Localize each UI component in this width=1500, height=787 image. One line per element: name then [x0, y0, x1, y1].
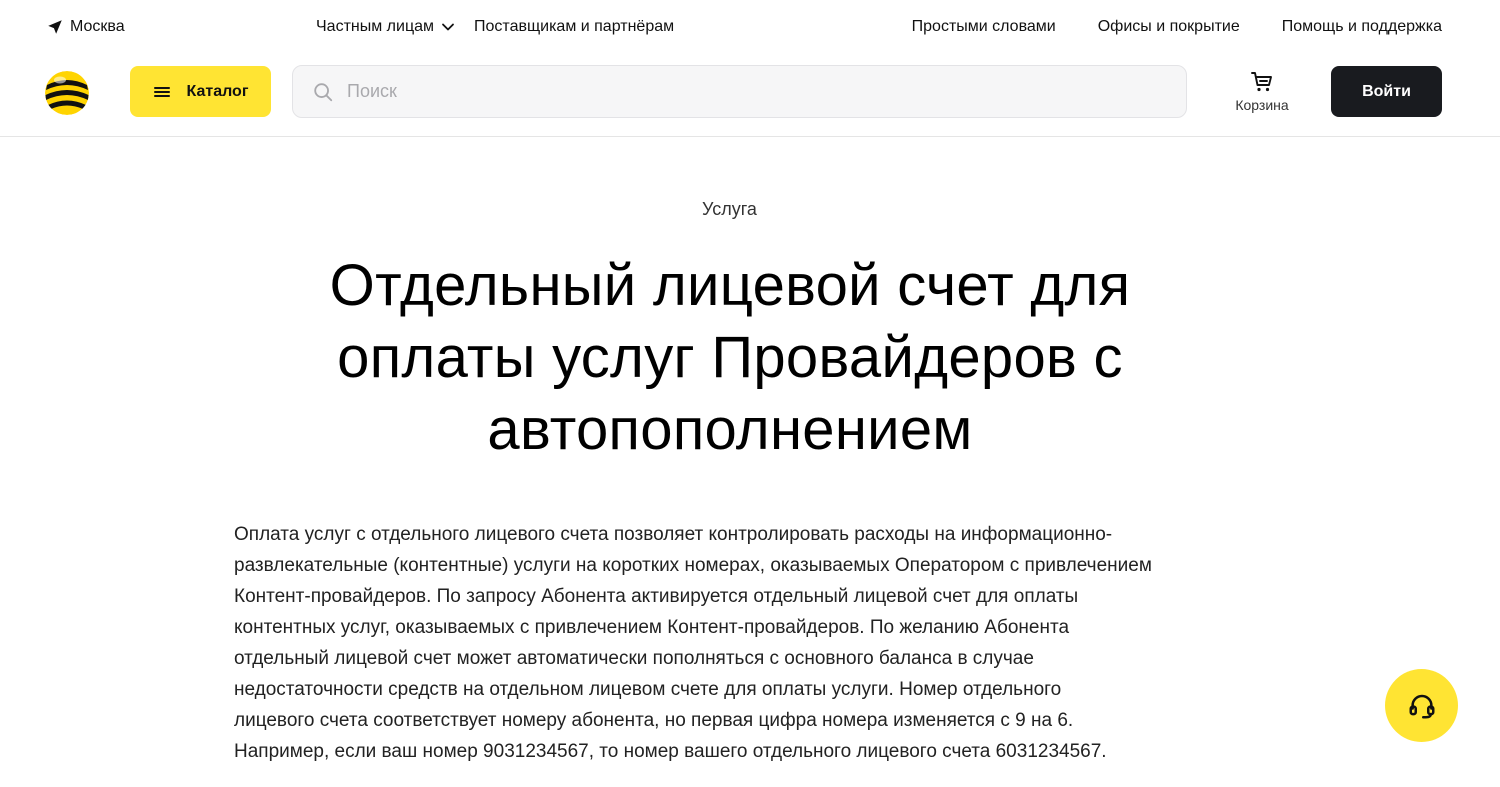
nav-suppliers-partners[interactable]: Поставщикам и партнёрам — [474, 18, 674, 36]
service-eyebrow: Услуга — [702, 199, 757, 219]
description-line: Оплата услуг с отдельного лицевого счета… — [234, 524, 1113, 545]
city-label: Москва — [70, 18, 125, 35]
search-icon — [314, 83, 333, 102]
description-line: контентных услуг, оказываемых с привлече… — [234, 617, 1070, 638]
city-selector[interactable]: Москва — [46, 18, 125, 36]
beeline-logo[interactable] — [45, 71, 89, 115]
nav-suppliers-partners-label: Поставщикам и партнёрам — [474, 18, 675, 35]
description-line: лицевого счета соответствует номеру абон… — [234, 710, 1074, 731]
main-header: Каталог Корзина Войти — [0, 58, 1500, 137]
description-line: недостаточности средств на отдельном лиц… — [234, 679, 1062, 700]
nav-help-support[interactable]: Помощь и поддержка — [1282, 18, 1442, 36]
cart-button[interactable]: Корзина — [1226, 70, 1298, 116]
search-box — [292, 65, 1187, 118]
catalog-button[interactable]: Каталог — [130, 66, 271, 117]
support-chat-button[interactable] — [1385, 669, 1458, 742]
description-line: отдельный лицевой счет может автоматичес… — [234, 648, 1034, 669]
headset-icon — [1409, 694, 1434, 718]
nav-simple-words[interactable]: Простыми словами — [912, 18, 1056, 36]
search-input[interactable] — [293, 66, 1186, 117]
description-line: Например, если ваш номер 9031234567, то … — [234, 741, 1107, 762]
location-arrow-icon — [48, 20, 62, 34]
cart-label: Корзина — [1235, 97, 1289, 113]
menu-icon — [153, 86, 170, 97]
chevron-down-icon — [442, 23, 454, 31]
description-line: развлекательные (контентные) услуги на к… — [234, 555, 1152, 576]
cart-icon — [1251, 72, 1272, 92]
page-title-line: Отдельный лицевой счет для — [329, 253, 1131, 318]
service-description: Оплата услуг с отдельного лицевого счета… — [234, 519, 1234, 767]
audience-nav: Частным лицам Поставщикам и партнёрам — [316, 18, 674, 36]
nav-private-persons-label: Частным лицам — [316, 18, 435, 35]
page-title-line: оплаты услуг Провайдеров с — [337, 325, 1123, 390]
description-line: Контент-провайдеров. По запросу Абонента… — [234, 586, 1079, 607]
page-title-line: автопополнением — [487, 397, 973, 462]
login-button[interactable]: Войти — [1331, 66, 1442, 117]
catalog-button-label: Каталог — [186, 82, 249, 100]
nav-offices-coverage[interactable]: Офисы и покрытие — [1098, 18, 1240, 36]
utility-nav: Простыми словами Офисы и покрытие Помощь… — [912, 18, 1442, 36]
top-bar: Москва Частным лицам Поставщикам и партн… — [0, 0, 1500, 58]
nav-private-persons[interactable]: Частным лицам — [316, 18, 456, 36]
beeline-logo-icon — [45, 71, 89, 115]
page-title: Отдельный лицевой счет для оплаты услуг … — [280, 250, 1180, 466]
